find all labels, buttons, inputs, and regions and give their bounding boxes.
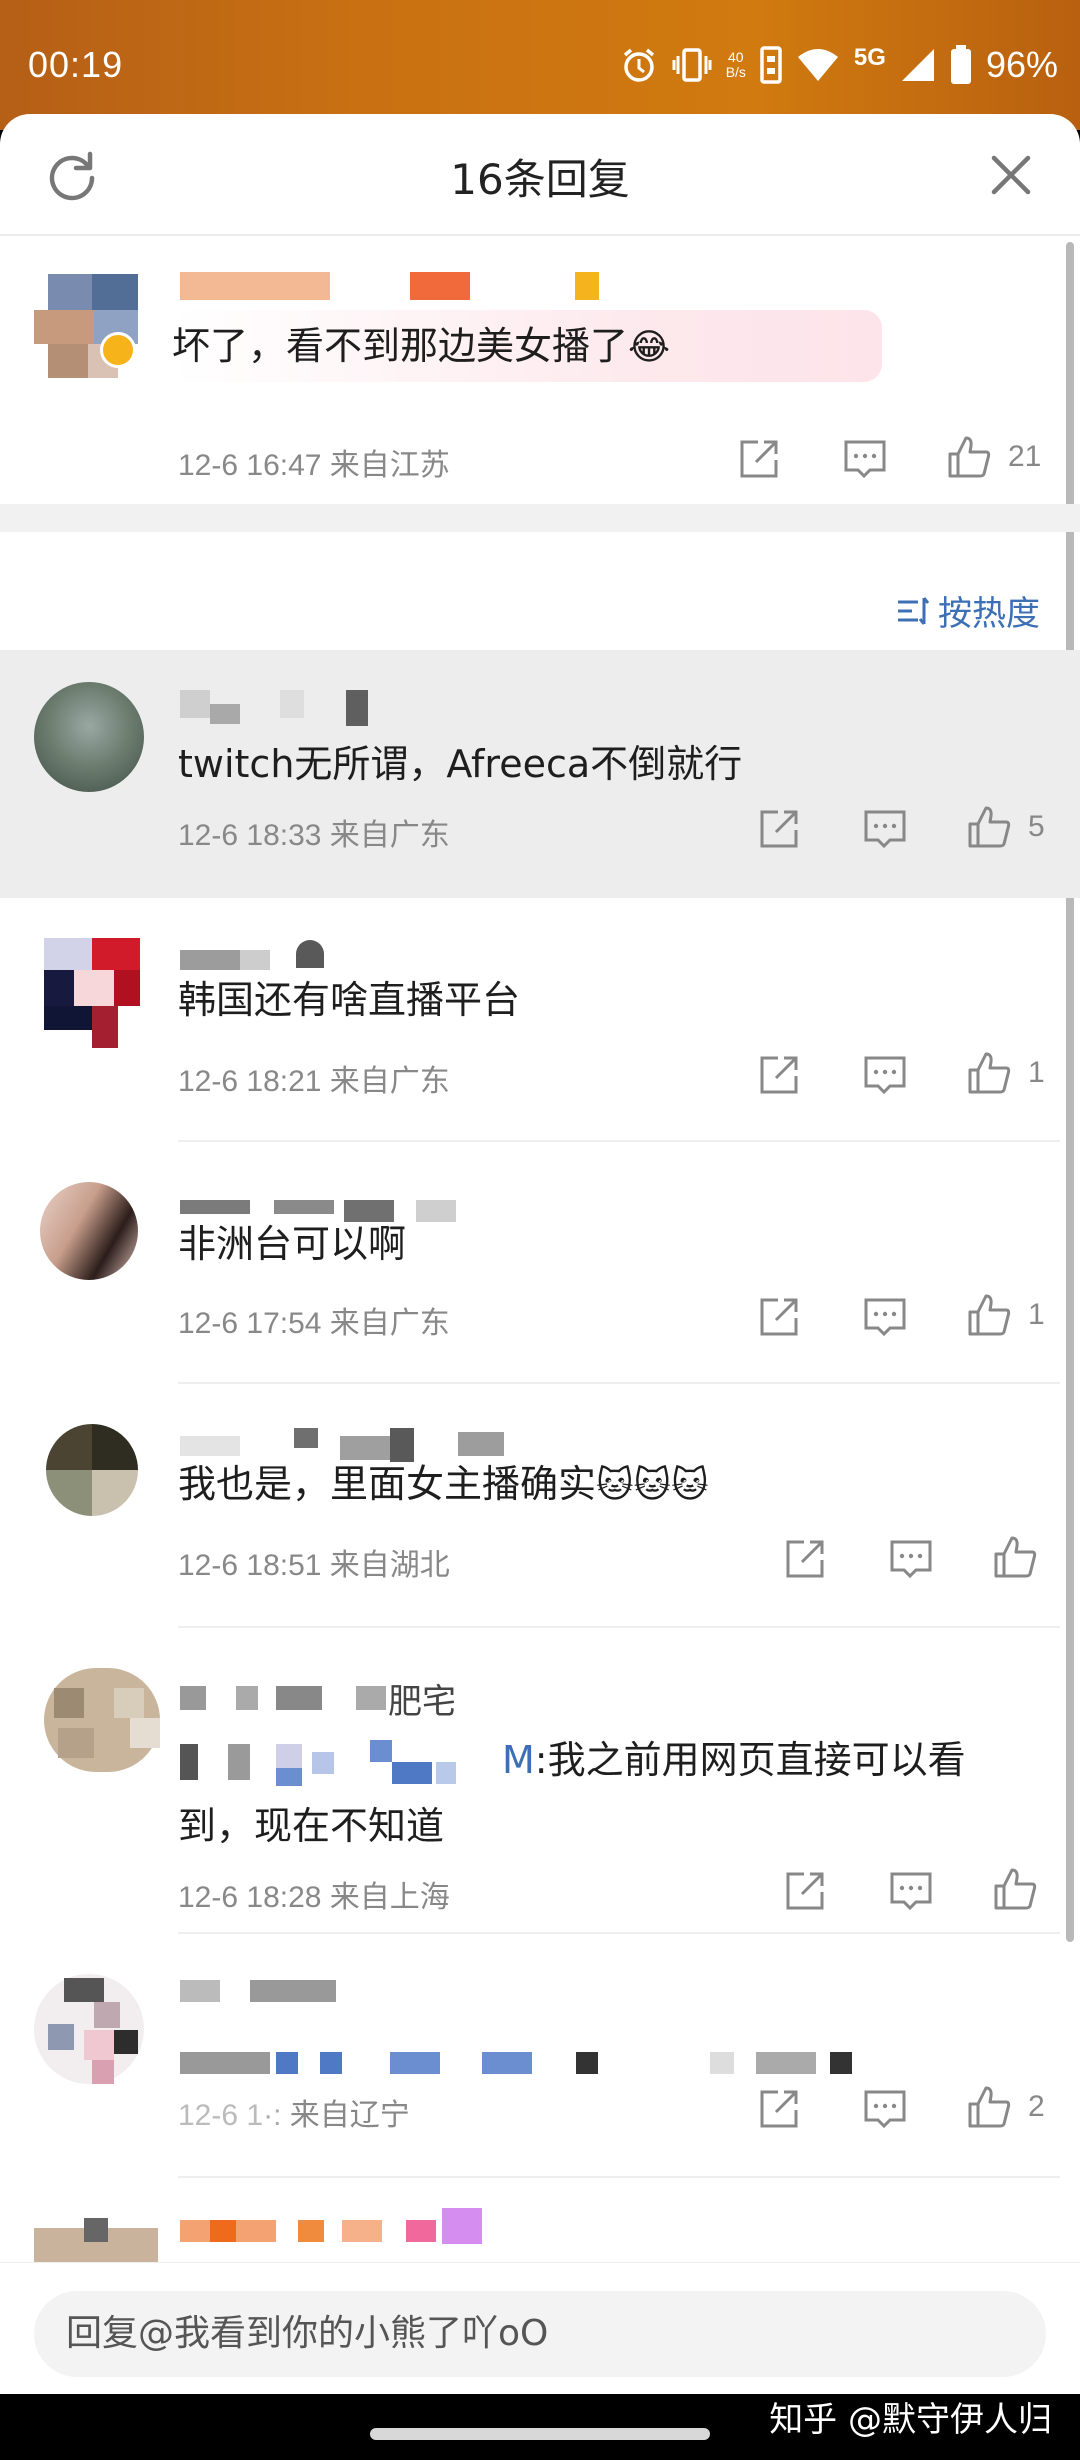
reply-item[interactable]: twitch无所谓，Afreeca不倒就行 12-6 18:33 来自广东 5	[0, 650, 1080, 898]
replies-sheet: 16条回复 坏了，看不到那边美女播了😂 12-6 16:47 来自江苏 21 按…	[0, 114, 1080, 2394]
reply-text-line2: 到，现在不知道	[178, 1804, 445, 1848]
section-gap	[0, 504, 1080, 532]
username-redacted[interactable]	[180, 1980, 380, 2014]
comment-body: 坏了，看不到那边美女播了	[172, 324, 629, 368]
avatar[interactable]	[34, 682, 144, 792]
reply-text: twitch无所谓，Afreeca不倒就行	[178, 742, 743, 786]
signal-icon	[901, 49, 934, 81]
share-icon[interactable]	[756, 1052, 802, 1098]
like-icon[interactable]	[992, 1534, 1038, 1580]
reply-text: 我也是，里面女主播确实🐱🐱🐱	[178, 1452, 709, 1518]
like-count: 5	[1028, 810, 1045, 843]
reply-item-partial[interactable]	[0, 2178, 1080, 2262]
mention-redacted[interactable]	[180, 1738, 500, 1786]
status-bar: 00:19 40 B/s 5G 96%	[0, 0, 1080, 130]
reply-text: M:我之前用网页直接可以看	[502, 1728, 966, 1792]
reply-text-redacted	[180, 2046, 860, 2076]
share-icon[interactable]	[782, 1868, 828, 1914]
share-icon[interactable]	[756, 1294, 802, 1340]
reply-meta: 12-6 17:54 来自广东	[178, 1307, 450, 1340]
like-icon[interactable]	[966, 1292, 1012, 1338]
comment-icon[interactable]	[862, 806, 908, 852]
reply-text: 非洲台可以啊	[178, 1222, 407, 1266]
like-count: 21	[1008, 440, 1042, 473]
like-count: 2	[1028, 2090, 1045, 2123]
reply-body: :我之前用网页直接可以看	[534, 1738, 966, 1782]
username-redacted[interactable]	[180, 2208, 520, 2254]
reply-meta: 12-6 18:21 来自广东	[178, 1065, 450, 1098]
avatar[interactable]	[34, 1974, 144, 2084]
like-icon[interactable]	[966, 804, 1012, 850]
status-time: 00:19	[28, 44, 124, 85]
comment-icon[interactable]	[888, 1536, 934, 1582]
sort-icon	[898, 596, 930, 625]
mention-tail[interactable]: M	[502, 1738, 535, 1782]
share-icon[interactable]	[782, 1536, 828, 1582]
sim-icon	[760, 46, 782, 84]
comment-text: 坏了，看不到那边美女播了😂	[172, 314, 670, 380]
reply-body: 我也是，里面女主播确实	[178, 1462, 597, 1506]
reply-meta: 12-6 18:33 来自广东	[178, 819, 450, 852]
like-icon[interactable]	[946, 434, 992, 480]
verified-badge	[100, 332, 136, 368]
comment-icon[interactable]	[888, 1868, 934, 1914]
reply-meta: 12-6 1·: 来自辽宁	[178, 2099, 410, 2132]
reply-item[interactable]: 韩国还有啥直播平台 12-6 18:21 来自广东 1	[0, 898, 1080, 1142]
home-indicator[interactable]	[370, 2428, 710, 2440]
like-icon[interactable]	[992, 1866, 1038, 1912]
watermark: 知乎 @默守伊人归	[769, 2400, 1052, 2440]
comment-icon[interactable]	[862, 1294, 908, 1340]
comment-icon[interactable]	[842, 436, 888, 482]
like-count: 1	[1028, 1298, 1045, 1331]
reply-meta: 12-6 18:28 来自上海	[178, 1881, 450, 1914]
netspeed-value: 40	[728, 49, 744, 65]
reply-location: 来自辽宁	[289, 2099, 410, 2132]
reply-item[interactable]: 12-6 1·: 来自辽宁 2	[0, 1934, 1080, 2178]
status-icons: 40 B/s 5G 96%	[620, 40, 1058, 90]
username-redacted[interactable]	[180, 272, 600, 306]
vibrate-icon	[672, 48, 712, 82]
doge-emoji: 🐱🐱🐱	[596, 1465, 709, 1506]
reply-item[interactable]: 非洲台可以啊 12-6 17:54 来自广东 1	[0, 1142, 1080, 1384]
avatar[interactable]	[46, 1424, 138, 1516]
reply-meta: 12-6 18:51 来自湖北	[178, 1549, 450, 1582]
reply-item[interactable]: 肥宅 M:我之前用网页直接可以看 到，现在不知道 12-6 18:28 来自上海	[0, 1628, 1080, 1934]
username-fragment[interactable]: 肥宅	[388, 1674, 456, 1723]
like-icon[interactable]	[966, 1050, 1012, 1096]
avatar[interactable]	[40, 1182, 138, 1280]
like-icon[interactable]	[966, 2084, 1012, 2130]
share-icon[interactable]	[756, 2086, 802, 2132]
comment-icon[interactable]	[862, 2086, 908, 2132]
comment-meta: 12-6 16:47 来自江苏	[178, 449, 450, 482]
username-redacted[interactable]	[180, 690, 380, 726]
battery-icon	[950, 45, 971, 84]
top-comment: 坏了，看不到那边美女播了😂 12-6 16:47 来自江苏 21	[0, 114, 1080, 504]
avatar[interactable]	[44, 1668, 160, 1772]
netspeed-unit: B/s	[725, 64, 746, 80]
alarm-icon	[623, 48, 654, 82]
sort-label: 按热度	[938, 594, 1040, 634]
comment-icon[interactable]	[862, 1052, 908, 1098]
share-icon[interactable]	[736, 436, 782, 482]
reply-bar: 回复@我看到你的小熊了吖oO	[0, 2262, 1080, 2394]
like-count: 1	[1028, 1056, 1045, 1089]
laugh-emoji: 😂	[628, 327, 671, 368]
battery-percent: 96%	[985, 44, 1058, 85]
share-icon[interactable]	[756, 806, 802, 852]
netspeed-indicator: 40 B/s	[726, 50, 746, 80]
wifi-icon	[797, 49, 838, 81]
reply-item[interactable]: 我也是，里面女主播确实🐱🐱🐱 12-6 18:51 来自湖北	[0, 1384, 1080, 1628]
sort-toggle[interactable]: 按热度	[896, 586, 1040, 635]
avatar[interactable]	[44, 938, 140, 1048]
network-type: 5G	[853, 44, 886, 71]
avatar[interactable]	[34, 2218, 158, 2262]
reply-input[interactable]: 回复@我看到你的小熊了吖oO	[34, 2291, 1046, 2377]
reply-text: 韩国还有啥直播平台	[178, 978, 521, 1022]
